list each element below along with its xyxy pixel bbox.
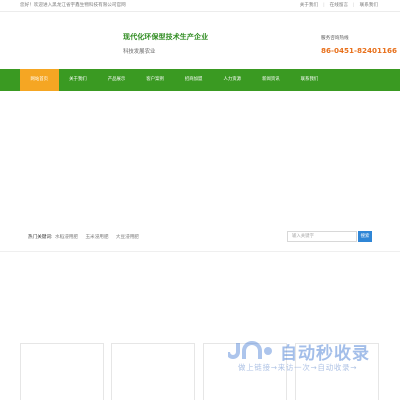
watermark: 自动秒收录 做上链接→来访一次→自动收录→ (228, 336, 388, 380)
hotline-number: 86-0451-82401166 (321, 46, 397, 55)
nav-item-franchise[interactable]: 招商加盟 (174, 69, 213, 91)
nav-item-contact[interactable]: 联系我们 (290, 69, 329, 91)
hot-keyword-link[interactable]: 大豆浸用肥 (116, 235, 139, 240)
hot-keywords: 水稻浸用肥 玉米浸用肥 大豆浸用肥 (55, 234, 145, 240)
hot-keywords-label: 热门关键词: (28, 235, 53, 240)
product-card[interactable] (111, 343, 195, 400)
nav-item-news[interactable]: 新闻资讯 (252, 69, 291, 91)
main-nav: 网站首页 关于我们 产品展示 客户案例 招商加盟 人力资源 新闻资讯 联系我们 (0, 69, 400, 91)
hotline-label: 服务咨询热线 (321, 36, 349, 41)
nav-item-products[interactable]: 产品展示 (97, 69, 136, 91)
search-strip: 热门关键词: 水稻浸用肥 玉米浸用肥 大豆浸用肥 搜索 (0, 228, 400, 246)
top-link-about[interactable]: 关于我们 (300, 3, 318, 8)
watermark-subtitle: 做上链接→来访一次→自动收录→ (238, 363, 358, 372)
top-link-message[interactable]: 在线留言 (330, 3, 348, 8)
top-link-contact[interactable]: 联系我们 (360, 3, 378, 8)
nav-item-cases[interactable]: 客户案例 (136, 69, 175, 91)
watermark-logo-icon (228, 341, 272, 359)
hot-keyword-link[interactable]: 水稻浸用肥 (55, 235, 78, 240)
nav-item-home[interactable]: 网站首页 (20, 69, 59, 91)
watermark-title: 自动秒收录 (280, 344, 370, 364)
hot-keyword-link[interactable]: 玉米浸用肥 (85, 235, 108, 240)
top-bar: 您好！欢迎进入黑龙江省宇鑫生物科技有限公司官网 关于我们 | 在线留言 | 联系我们 (0, 0, 400, 12)
product-card[interactable] (20, 343, 104, 400)
welcome-text: 您好！欢迎进入黑龙江省宇鑫生物科技有限公司官网 (20, 3, 126, 8)
slogan-sub: 科技发展农业 (123, 49, 156, 55)
nav-item-about[interactable]: 关于我们 (59, 69, 98, 91)
page: 您好！欢迎进入黑龙江省宇鑫生物科技有限公司官网 关于我们 | 在线留言 | 联系我们 现… (0, 0, 400, 400)
search-button[interactable]: 搜索 (358, 231, 372, 242)
top-links: 关于我们 | 在线留言 | 联系我们 (299, 3, 378, 8)
slogan-main: 现代化环保型技术生产企业 (123, 33, 209, 41)
divider (0, 251, 400, 252)
nav-item-hr[interactable]: 人力资源 (213, 69, 252, 91)
search-input[interactable] (287, 231, 357, 242)
header: 现代化环保型技术生产企业 科技发展农业 服务咨询热线 86-0451-82401… (0, 12, 400, 69)
